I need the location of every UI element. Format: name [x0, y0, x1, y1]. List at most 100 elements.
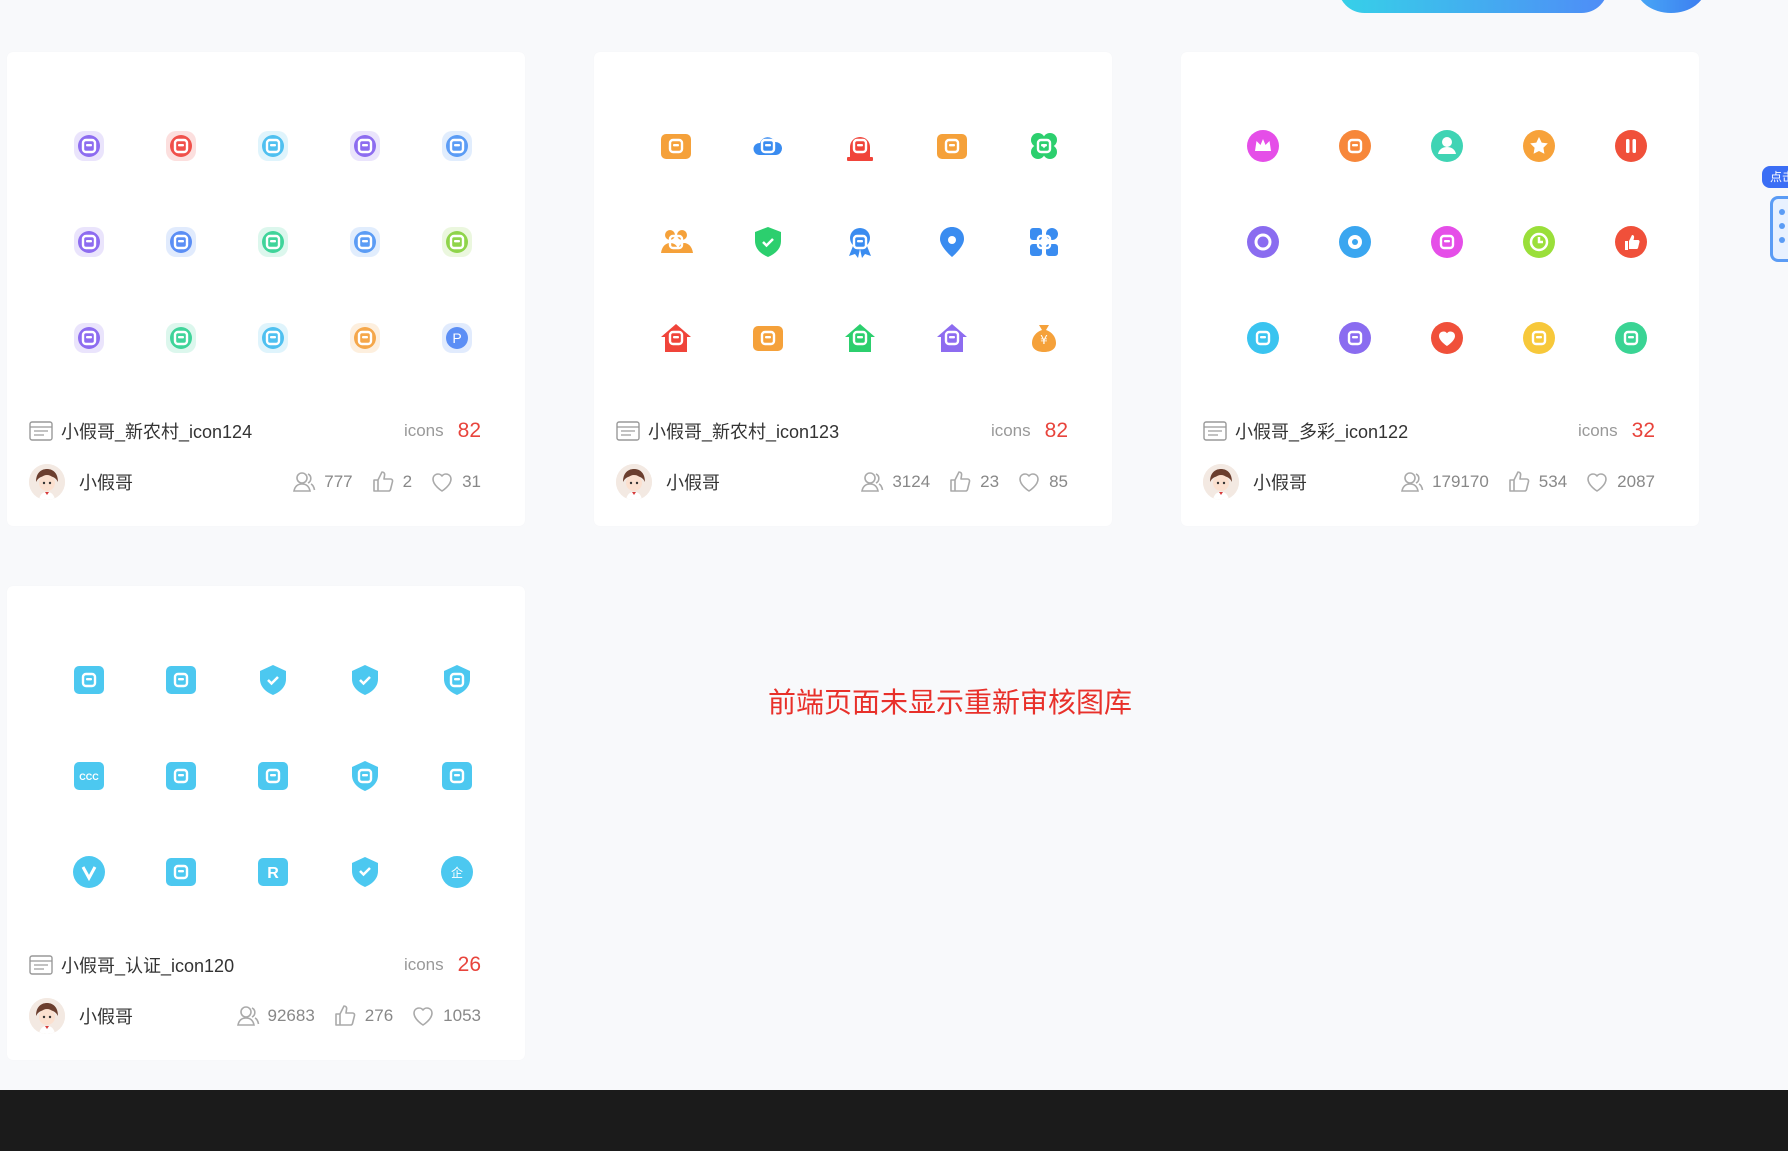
icon-cell[interactable]: [630, 194, 722, 290]
icon-cell[interactable]: [227, 728, 319, 824]
avatar[interactable]: [29, 464, 65, 500]
icon-cell[interactable]: [630, 98, 722, 194]
card-title[interactable]: 小假哥_新农村_icon124: [61, 418, 404, 444]
icon-cell[interactable]: [135, 290, 227, 386]
icon-cell[interactable]: R: [227, 824, 319, 920]
card-title[interactable]: 小假哥_认证_icon120: [61, 952, 404, 978]
icon-cell[interactable]: 企: [411, 824, 503, 920]
top-avatar-button[interactable]: [1636, 0, 1706, 13]
avatar[interactable]: [616, 464, 652, 500]
favorites-stat[interactable]: 2087: [1585, 470, 1655, 494]
icon-cell[interactable]: [43, 98, 135, 194]
thumbs-up-icon: [1614, 225, 1648, 259]
avatar[interactable]: [1203, 464, 1239, 500]
icon-cell[interactable]: [135, 194, 227, 290]
icon-cell[interactable]: [906, 194, 998, 290]
icon-cell[interactable]: [227, 632, 319, 728]
id-card-icon: [164, 663, 198, 697]
top-action-button[interactable]: [1338, 0, 1608, 13]
icon-cell[interactable]: [411, 194, 503, 290]
icon-cell[interactable]: P: [411, 290, 503, 386]
icon-cell[interactable]: [43, 290, 135, 386]
author-name[interactable]: 小假哥: [1253, 469, 1382, 495]
icon-cell[interactable]: [1309, 98, 1401, 194]
icon-cell[interactable]: [814, 290, 906, 386]
icon-cell[interactable]: [998, 194, 1090, 290]
icon-cell[interactable]: [722, 98, 814, 194]
document-icon: [1338, 321, 1372, 355]
favorites-stat[interactable]: 85: [1017, 470, 1068, 494]
icon-cell[interactable]: [135, 632, 227, 728]
icon-library-card[interactable]: P 小假哥_新农村_icon124 icons 82 小假哥 777 2 31: [7, 52, 525, 526]
icon-cell[interactable]: [319, 98, 411, 194]
likes-count: 2: [402, 472, 413, 491]
icon-cell[interactable]: [135, 824, 227, 920]
icon-cell[interactable]: [1585, 290, 1677, 386]
likes-stat[interactable]: 276: [333, 1004, 393, 1028]
likes-stat[interactable]: 2: [371, 470, 412, 494]
icon-cell[interactable]: [906, 290, 998, 386]
author-name[interactable]: 小假哥: [79, 1003, 218, 1029]
icon-cell[interactable]: [1493, 290, 1585, 386]
users-icon: [860, 470, 892, 494]
icon-cell[interactable]: [1401, 98, 1493, 194]
icon-cell[interactable]: [1493, 98, 1585, 194]
icon-cell[interactable]: [319, 632, 411, 728]
icon-library-card[interactable]: CCC R 企 小假哥_认证_icon120 icons 26 小假哥 9268…: [7, 586, 525, 1060]
likes-stat[interactable]: 534: [1507, 470, 1567, 494]
icon-cell[interactable]: [1585, 194, 1677, 290]
card-title[interactable]: 小假哥_多彩_icon122: [1235, 418, 1578, 444]
icon-cell[interactable]: [1217, 194, 1309, 290]
icon-library-card[interactable]: 小假哥_多彩_icon122 icons 32 小假哥 179170 534 2…: [1181, 52, 1699, 526]
icon-cell[interactable]: [135, 98, 227, 194]
favorites-stat[interactable]: 31: [430, 470, 481, 494]
icon-cell[interactable]: [319, 824, 411, 920]
icons-count: 82: [457, 419, 481, 442]
icon-cell[interactable]: [319, 290, 411, 386]
icon-cell[interactable]: [1585, 98, 1677, 194]
icon-cell[interactable]: [227, 290, 319, 386]
likes-stat[interactable]: 23: [948, 470, 999, 494]
v-badge-icon: [72, 855, 106, 889]
bar-chart-icon: [256, 321, 290, 355]
icon-cell[interactable]: [1401, 194, 1493, 290]
icon-cell[interactable]: CCC: [43, 728, 135, 824]
icon-cell[interactable]: [411, 632, 503, 728]
icon-cell[interactable]: [1217, 290, 1309, 386]
card-title[interactable]: 小假哥_新农村_icon123: [648, 418, 991, 444]
icon-cell[interactable]: [227, 98, 319, 194]
icon-cell[interactable]: [1309, 194, 1401, 290]
icon-library-card[interactable]: ¥ 小假哥_新农村_icon123 icons 82 小假哥 3124 23 8…: [594, 52, 1112, 526]
icon-cell[interactable]: [227, 194, 319, 290]
icon-cell[interactable]: ¥: [998, 290, 1090, 386]
icon-cell[interactable]: [43, 632, 135, 728]
home-party-icon: [659, 321, 693, 355]
icon-cell[interactable]: [411, 728, 503, 824]
side-float-panel[interactable]: [1770, 196, 1788, 262]
icon-cell[interactable]: [411, 98, 503, 194]
icon-cell[interactable]: [135, 728, 227, 824]
icon-cell[interactable]: [1217, 98, 1309, 194]
icon-cell[interactable]: [814, 98, 906, 194]
author-name[interactable]: 小假哥: [666, 469, 842, 495]
side-tab[interactable]: 点击: [1762, 166, 1788, 188]
icon-cell[interactable]: [319, 194, 411, 290]
icon-cell[interactable]: [1309, 290, 1401, 386]
icon-cell[interactable]: [814, 194, 906, 290]
icon-cell[interactable]: [1401, 290, 1493, 386]
icon-cell[interactable]: [319, 728, 411, 824]
avatar[interactable]: [29, 998, 65, 1034]
icon-cell[interactable]: [43, 824, 135, 920]
icon-cell[interactable]: [722, 290, 814, 386]
icon-cell[interactable]: [906, 98, 998, 194]
library-icon: [1203, 421, 1227, 441]
favorites-stat[interactable]: 1053: [411, 1004, 481, 1028]
icon-cell[interactable]: [630, 290, 722, 386]
views-count: 179170: [1432, 472, 1489, 491]
author-name[interactable]: 小假哥: [79, 469, 274, 495]
icon-cell[interactable]: [1493, 194, 1585, 290]
star-check-icon: [348, 759, 382, 793]
icon-cell[interactable]: [998, 98, 1090, 194]
icon-cell[interactable]: [43, 194, 135, 290]
icon-cell[interactable]: [722, 194, 814, 290]
